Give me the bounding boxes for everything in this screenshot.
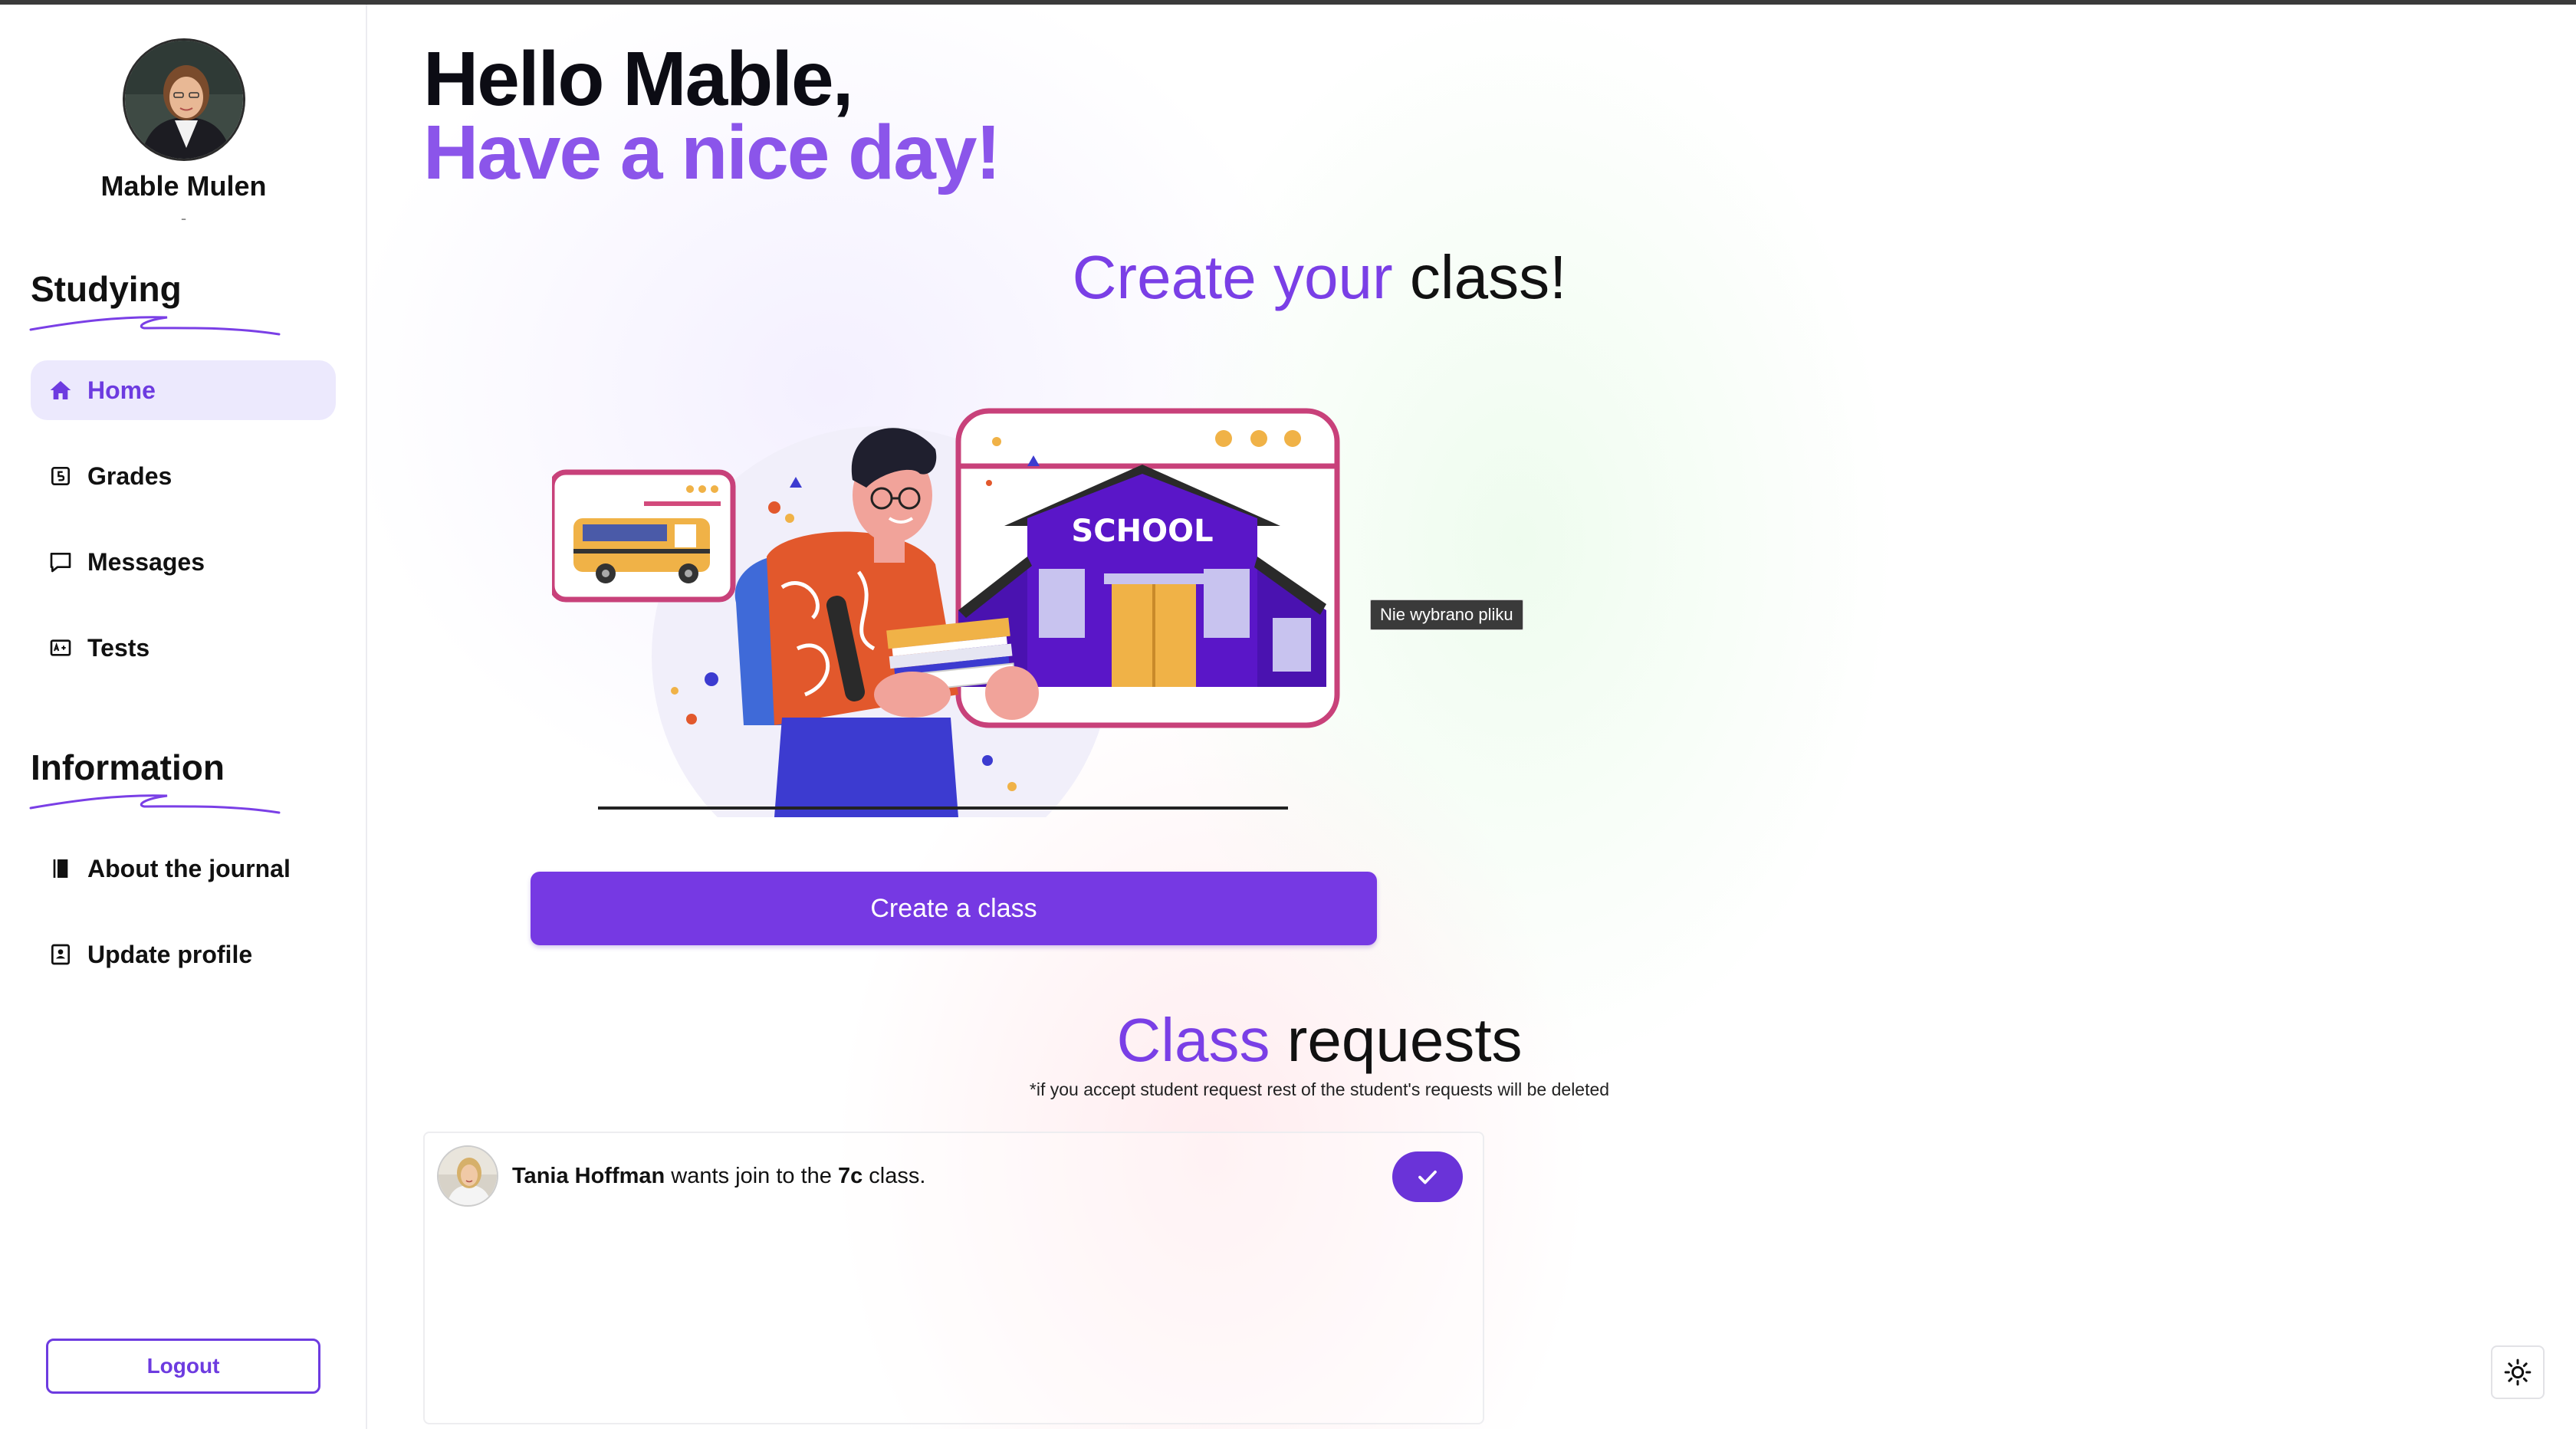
sidebar-item-about[interactable]: About the journal [31, 839, 336, 898]
request-end-text: class. [863, 1164, 926, 1188]
request-text: Tania Hoffman wants join to the 7c class… [512, 1164, 925, 1189]
requests-title-rest: requests [1270, 1006, 1523, 1074]
sidebar-item-update-profile[interactable]: Update profile [31, 925, 336, 984]
sidebar: Mable Mulen - Studying Home Grades Messa… [0, 5, 367, 1429]
theme-toggle-button[interactable] [2491, 1345, 2545, 1399]
book-icon [48, 856, 74, 882]
requests-note: *if you accept student request rest of t… [1029, 1079, 1610, 1099]
list-item: Tania Hoffman wants join to the 7c class… [437, 1145, 1474, 1207]
create-class-title: Create your class! [369, 242, 2270, 313]
section-title-information: Information [31, 747, 225, 787]
squiggle-underline [29, 316, 281, 336]
sidebar-item-label: Home [87, 376, 156, 404]
sidebar-item-label: Messages [87, 547, 205, 576]
section-title-studying: Studying [31, 269, 182, 309]
avatar [437, 1145, 498, 1207]
request-student-name: Tania Hoffman [512, 1164, 665, 1188]
home-icon [48, 377, 74, 403]
main-content: Hello Mable, Have a nice day! Create you… [369, 5, 2576, 1429]
request-middle-text: wants join to the [665, 1164, 838, 1188]
sidebar-item-home[interactable]: Home [31, 360, 336, 420]
sidebar-item-label: Tests [87, 633, 150, 662]
requests-title-accent: Class [1116, 1006, 1270, 1074]
sidebar-item-tests[interactable]: Tests [31, 618, 336, 678]
sidebar-item-messages[interactable]: Messages [31, 532, 336, 592]
create-title-accent: Create your [1072, 243, 1393, 311]
accept-request-button[interactable] [1392, 1151, 1463, 1202]
user-subtitle: - [180, 209, 187, 228]
requests-panel: Tania Hoffman wants join to the 7c class… [423, 1132, 1484, 1424]
create-class-button[interactable]: Create a class [531, 872, 1377, 945]
greeting-subtitle: Have a nice day! [423, 110, 1001, 195]
sidebar-item-label: Update profile [87, 940, 253, 968]
create-title-rest: class! [1392, 243, 1567, 311]
message-icon [48, 549, 74, 575]
sun-icon [2504, 1358, 2532, 1386]
grade-icon [48, 463, 74, 489]
create-class-illustration: SCHOOL [552, 408, 1340, 817]
test-icon [48, 635, 74, 661]
sidebar-item-label: Grades [87, 462, 172, 490]
profile-icon [48, 941, 74, 967]
user-name: Mable Mulen [100, 170, 267, 202]
sidebar-item-label: About the journal [87, 854, 291, 882]
squiggle-underline [29, 794, 281, 814]
avatar[interactable] [123, 38, 245, 161]
school-sign: SCHOOL [1071, 514, 1213, 549]
sidebar-item-grades[interactable]: Grades [31, 446, 336, 506]
checkmark-icon [1418, 1170, 1437, 1184]
logout-button[interactable]: Logout [46, 1339, 320, 1394]
request-class-name: 7c [837, 1164, 863, 1188]
file-input-tooltip: Nie wybrano pliku [1370, 600, 1523, 630]
class-requests-title: Class requests [369, 1005, 2270, 1076]
